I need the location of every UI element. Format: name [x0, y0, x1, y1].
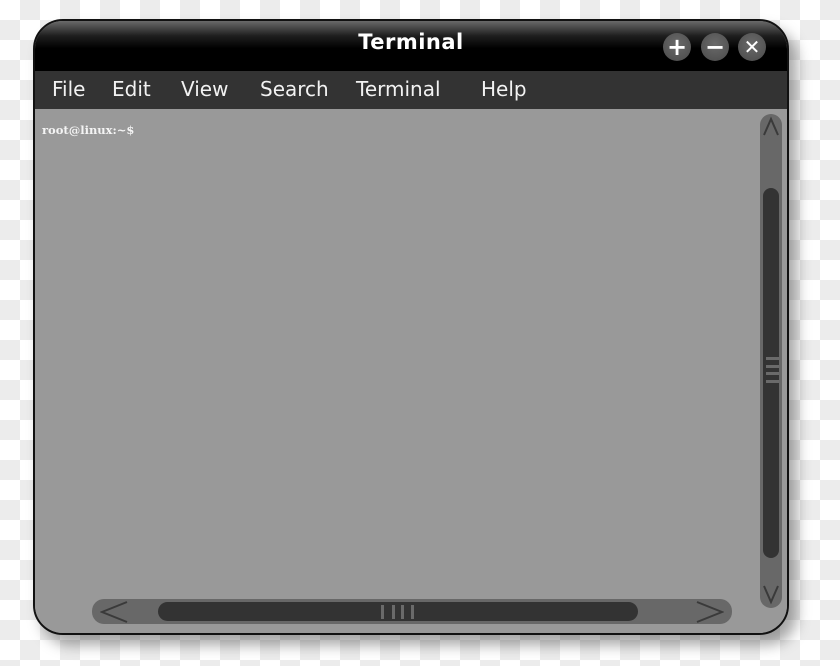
- menu-edit[interactable]: Edit: [112, 77, 151, 101]
- menu-view[interactable]: View: [181, 77, 228, 101]
- vertical-scroll-thumb[interactable]: [763, 188, 779, 558]
- menu-terminal[interactable]: Terminal: [356, 77, 441, 101]
- grip-line: [392, 605, 395, 619]
- scroll-right-arrow-icon[interactable]: [696, 601, 725, 628]
- close-icon: ✕: [743, 35, 761, 59]
- menu-bar: File Edit View Search Terminal Help: [35, 71, 787, 109]
- minus-icon: −: [704, 33, 726, 61]
- menu-help[interactable]: Help: [481, 77, 527, 101]
- horizontal-scroll-thumb[interactable]: [158, 602, 638, 621]
- grip-line: [381, 605, 384, 619]
- vertical-scrollbar[interactable]: [760, 114, 782, 608]
- scroll-down-arrow-icon[interactable]: [763, 584, 779, 610]
- grip-line: [411, 605, 414, 619]
- scroll-left-arrow-icon[interactable]: [99, 601, 128, 628]
- grip-line: [766, 357, 779, 360]
- shell-prompt: root@linux:~$: [42, 123, 135, 137]
- title-bar[interactable]: Terminal + − ✕: [35, 21, 787, 71]
- minimize-button[interactable]: −: [701, 33, 729, 61]
- grip-line: [766, 372, 779, 375]
- terminal-window: Terminal + − ✕ File Edit View Search Ter…: [33, 19, 789, 635]
- maximize-button[interactable]: +: [663, 33, 691, 61]
- grip-line: [766, 365, 779, 368]
- grip-line: [766, 380, 779, 383]
- grip-line: [401, 605, 404, 619]
- menu-file[interactable]: File: [52, 77, 85, 101]
- close-button[interactable]: ✕: [738, 33, 766, 61]
- scroll-up-arrow-icon[interactable]: [763, 116, 779, 140]
- menu-search[interactable]: Search: [260, 77, 329, 101]
- plus-icon: +: [666, 33, 688, 61]
- terminal-output[interactable]: root@linux:~$: [35, 109, 787, 633]
- horizontal-scrollbar[interactable]: [92, 599, 732, 624]
